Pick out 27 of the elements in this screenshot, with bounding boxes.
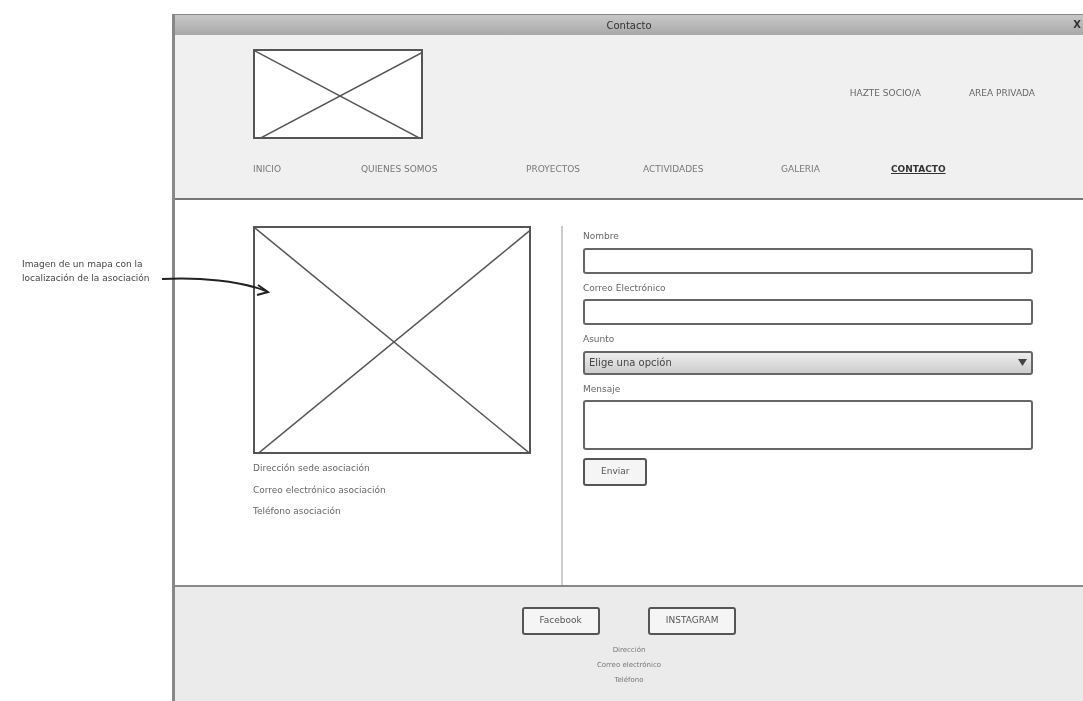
input-field[interactable] — [583, 299, 1033, 325]
dropdown-field[interactable]: Elige una opción — [583, 350, 1033, 375]
nav-tab[interactable]: PROYECTOS — [526, 163, 643, 177]
field-label: Mensaje — [583, 382, 622, 396]
message-field[interactable] — [583, 400, 1033, 450]
social-button[interactable]: INSTAGRAM — [647, 607, 737, 635]
arrow-icon — [160, 275, 272, 299]
close-button[interactable]: X — [1073, 17, 1081, 32]
header-link[interactable]: HAZTE SOCIO/A — [849, 87, 921, 101]
submit-button[interactable]: Enviar — [583, 458, 648, 486]
input-field[interactable] — [583, 247, 1033, 274]
field-label: Correo Electrónico — [583, 281, 667, 295]
contact-info: Teléfono asociación — [253, 505, 342, 518]
field-label: Nombre — [583, 230, 620, 243]
dropdown-arrow-icon — [1018, 359, 1027, 366]
field-label: Asunto — [583, 333, 616, 346]
header-link[interactable]: AREA PRIVADA — [968, 87, 1035, 101]
nav-tab[interactable]: CONTACTO — [891, 163, 1001, 177]
contact-info: Correo electrónico asociación — [253, 483, 387, 497]
nav-tab[interactable]: ACTIVIDADES — [643, 163, 781, 177]
contact-info: Dirección sede asociación — [253, 462, 371, 475]
annotation-note: Imagen de un mapa con la localización de la asociación — [22, 258, 151, 285]
nav-tab[interactable]: QUIENES SOMOS — [361, 163, 526, 177]
nav-tab[interactable]: INICIO — [253, 163, 361, 177]
social-button[interactable]: Facebook — [521, 607, 600, 635]
nav-tab[interactable]: GALERIA — [781, 163, 891, 177]
window-title: Contacto — [606, 18, 652, 33]
